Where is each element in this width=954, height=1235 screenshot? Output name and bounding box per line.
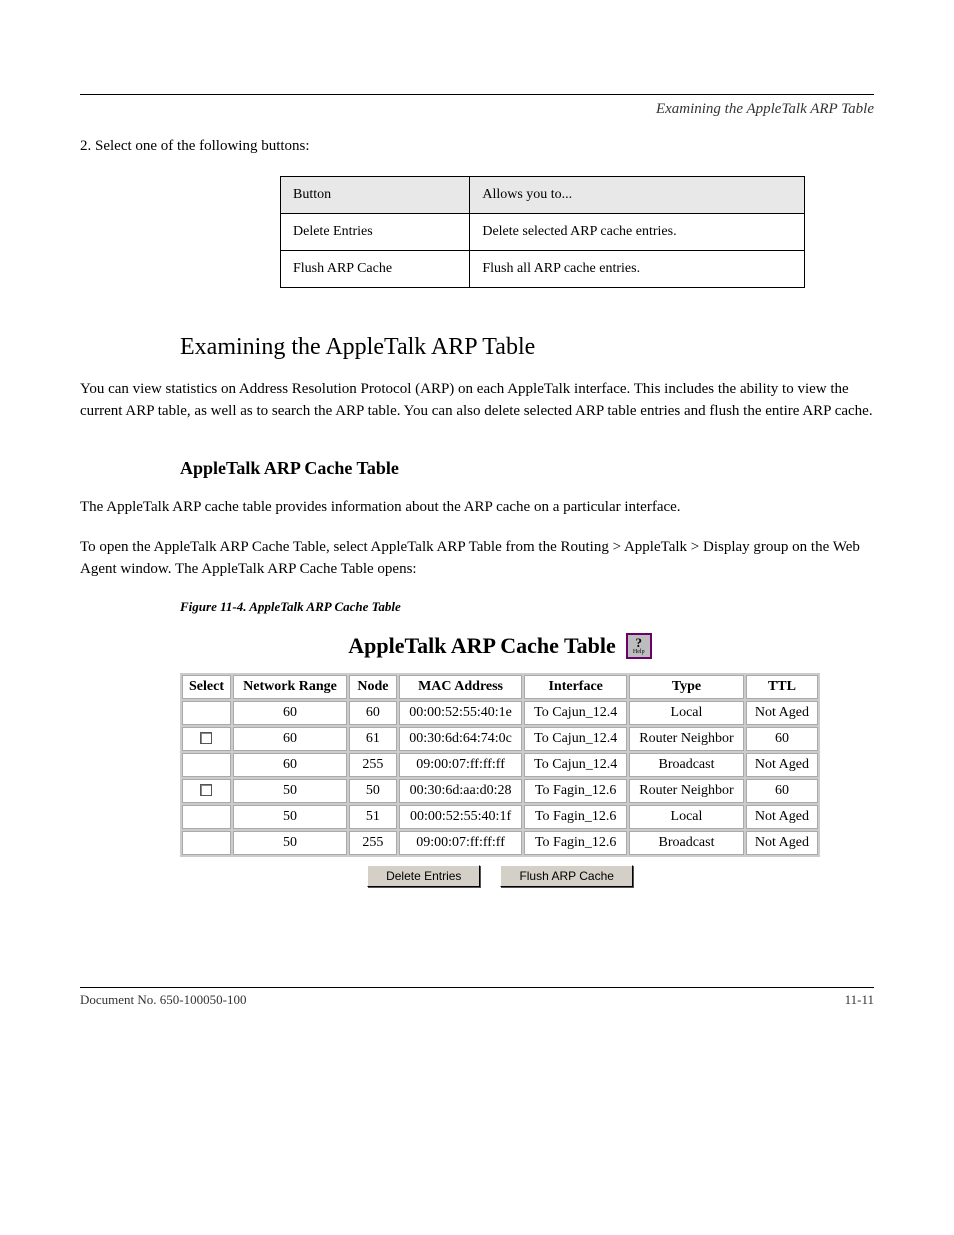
row-select-checkbox[interactable]: [200, 784, 212, 796]
intro-step-text: 2. Select one of the following buttons:: [80, 136, 874, 158]
mac-address-cell: 09:00:07:ff:ff:ff: [399, 753, 523, 777]
network-range-cell: 50: [233, 779, 347, 803]
select-cell: [182, 831, 231, 855]
network-range-cell: 60: [233, 701, 347, 725]
arp-cache-table: Select Network Range Node MAC Address In…: [180, 673, 820, 857]
mac-address-cell: 00:30:6d:aa:d0:28: [399, 779, 523, 803]
footer-page-number: 11-11: [845, 992, 874, 1008]
buttons-reference-table: Button Allows you to... Delete Entries D…: [280, 176, 805, 288]
mac-address-cell: 09:00:07:ff:ff:ff: [399, 831, 523, 855]
row-select-checkbox[interactable]: [200, 732, 212, 744]
interface-cell: To Cajun_12.4: [524, 727, 627, 751]
subsection-heading: AppleTalk ARP Cache Table: [180, 458, 874, 479]
arp-table-row: 505100:00:52:55:40:1fTo Fagin_12.6LocalN…: [182, 805, 818, 829]
node-cell: 255: [349, 831, 397, 855]
type-cell: Local: [629, 805, 744, 829]
cell-button-desc: Delete selected ARP cache entries.: [470, 213, 805, 250]
cell-button-desc: Flush all ARP cache entries.: [470, 250, 805, 287]
select-cell[interactable]: [182, 727, 231, 751]
table-row: Flush ARP Cache Flush all ARP cache entr…: [281, 250, 805, 287]
mac-address-cell: 00:00:52:55:40:1f: [399, 805, 523, 829]
footer-doc-number: Document No. 650-100050-100: [80, 992, 246, 1008]
interface-cell: To Fagin_12.6: [524, 779, 627, 803]
select-cell: [182, 805, 231, 829]
ttl-cell: Not Aged: [746, 701, 818, 725]
subsection-paragraph-1: The AppleTalk ARP cache table provides i…: [80, 497, 874, 519]
arp-table-row: 606000:00:52:55:40:1eTo Cajun_12.4LocalN…: [182, 701, 818, 725]
page-header-section: Examining the AppleTalk ARP Table: [80, 101, 874, 118]
ttl-cell: Not Aged: [746, 753, 818, 777]
col-header-desc: Allows you to...: [470, 176, 805, 213]
select-cell: [182, 701, 231, 725]
arp-table-row: 606100:30:6d:64:74:0cTo Cajun_12.4Router…: [182, 727, 818, 751]
select-cell[interactable]: [182, 779, 231, 803]
node-cell: 50: [349, 779, 397, 803]
ttl-cell: Not Aged: [746, 831, 818, 855]
col-header-select: Select: [182, 675, 231, 699]
arp-table-row: 505000:30:6d:aa:d0:28To Fagin_12.6Router…: [182, 779, 818, 803]
mac-address-cell: 00:00:52:55:40:1e: [399, 701, 523, 725]
node-cell: 51: [349, 805, 397, 829]
mac-address-cell: 00:30:6d:64:74:0c: [399, 727, 523, 751]
type-cell: Local: [629, 701, 744, 725]
help-question-mark: ?: [636, 636, 643, 649]
cell-button-name: Delete Entries: [281, 213, 470, 250]
help-label: Help: [633, 649, 645, 655]
arp-table-row: 5025509:00:07:ff:ff:ffTo Fagin_12.6Broad…: [182, 831, 818, 855]
section-paragraph: You can view statistics on Address Resol…: [80, 379, 874, 423]
type-cell: Router Neighbor: [629, 779, 744, 803]
help-icon[interactable]: ? Help: [626, 633, 652, 659]
col-header-type: Type: [629, 675, 744, 699]
flush-arp-cache-button[interactable]: Flush ARP Cache: [500, 865, 633, 887]
delete-entries-button[interactable]: Delete Entries: [367, 865, 480, 887]
node-cell: 60: [349, 701, 397, 725]
col-header-network-range: Network Range: [233, 675, 347, 699]
interface-cell: To Cajun_12.4: [524, 753, 627, 777]
cell-button-name: Flush ARP Cache: [281, 250, 470, 287]
ttl-cell: 60: [746, 727, 818, 751]
section-heading: Examining the AppleTalk ARP Table: [180, 334, 874, 361]
col-header-button: Button: [281, 176, 470, 213]
interface-cell: To Fagin_12.6: [524, 831, 627, 855]
ttl-cell: Not Aged: [746, 805, 818, 829]
network-range-cell: 60: [233, 753, 347, 777]
arp-cache-panel: AppleTalk ARP Cache Table ? Help Select …: [180, 633, 820, 887]
network-range-cell: 50: [233, 805, 347, 829]
network-range-cell: 50: [233, 831, 347, 855]
ttl-cell: 60: [746, 779, 818, 803]
interface-cell: To Cajun_12.4: [524, 701, 627, 725]
type-cell: Broadcast: [629, 831, 744, 855]
col-header-ttl: TTL: [746, 675, 818, 699]
node-cell: 255: [349, 753, 397, 777]
table-row: Delete Entries Delete selected ARP cache…: [281, 213, 805, 250]
col-header-interface: Interface: [524, 675, 627, 699]
select-cell: [182, 753, 231, 777]
type-cell: Broadcast: [629, 753, 744, 777]
col-header-mac: MAC Address: [399, 675, 523, 699]
interface-cell: To Fagin_12.6: [524, 805, 627, 829]
type-cell: Router Neighbor: [629, 727, 744, 751]
col-header-node: Node: [349, 675, 397, 699]
arp-table-row: 6025509:00:07:ff:ff:ffTo Cajun_12.4Broad…: [182, 753, 818, 777]
subsection-paragraph-2: To open the AppleTalk ARP Cache Table, s…: [80, 537, 874, 581]
network-range-cell: 60: [233, 727, 347, 751]
node-cell: 61: [349, 727, 397, 751]
figure-caption: Figure 11-4. AppleTalk ARP Cache Table: [180, 599, 874, 615]
arp-panel-title: AppleTalk ARP Cache Table: [348, 633, 616, 659]
